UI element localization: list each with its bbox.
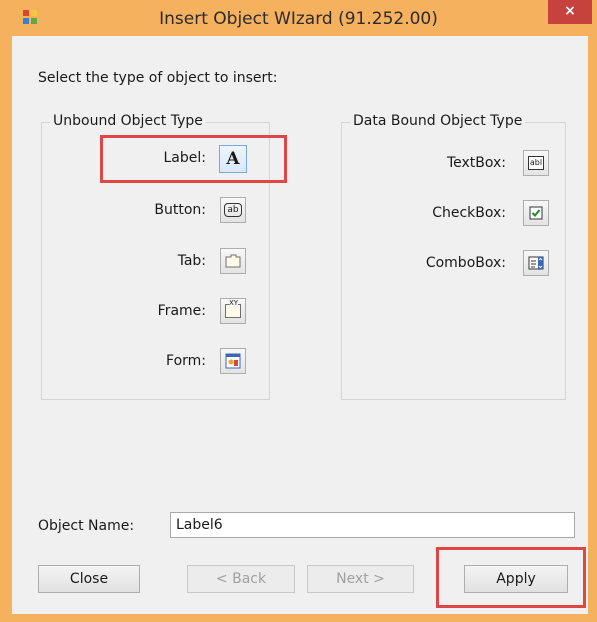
object-name-input[interactable]: Label6 [170, 512, 575, 538]
checkbox-icon [529, 206, 543, 220]
close-window-icon[interactable]: × [548, 0, 592, 24]
form-tool-button[interactable] [220, 348, 246, 374]
tab-icon [225, 254, 241, 268]
textbox-icon: abl [527, 156, 545, 170]
apply-button-highlight [436, 547, 586, 608]
prompt-label: Select the type of object to insert: [38, 70, 278, 86]
dialog-body: Select the type of object to insert: Unb… [12, 36, 588, 614]
label-selection-highlight [100, 135, 287, 183]
checkbox-row-label: CheckBox: [432, 205, 506, 221]
combobox-icon [528, 256, 544, 270]
close-button[interactable]: Close [38, 565, 140, 593]
form-icon [225, 353, 241, 369]
object-name-label: Object Name: [38, 518, 135, 534]
frame-icon: XY [225, 299, 241, 318]
unbound-group-legend: Unbound Object Type [50, 113, 206, 129]
frame-tool-button[interactable]: XY [220, 298, 246, 324]
tab-row-label: Tab: [177, 253, 206, 269]
textbox-tool-button[interactable]: abl [523, 150, 549, 176]
textbox-row-label: TextBox: [446, 155, 506, 171]
button-tool-button[interactable]: ab [220, 197, 246, 223]
next-button[interactable]: Next > [307, 565, 414, 593]
wizard-window: Insert Object WIzard (91.252.00) × Selec… [0, 0, 597, 622]
title-bar[interactable]: Insert Object WIzard (91.252.00) × [0, 0, 597, 36]
button-row-label: Button: [154, 202, 206, 218]
checkbox-tool-button[interactable] [523, 200, 549, 226]
form-row-label: Form: [166, 353, 206, 369]
button-icon: ab [224, 203, 242, 217]
tab-tool-button[interactable] [220, 248, 246, 274]
combobox-tool-button[interactable] [523, 250, 549, 276]
back-button[interactable]: < Back [187, 565, 295, 593]
bound-group-legend: Data Bound Object Type [350, 113, 526, 129]
window-title: Insert Object WIzard (91.252.00) [159, 9, 438, 29]
frame-icon-caption: XY [229, 299, 239, 308]
combobox-row-label: ComboBox: [425, 255, 506, 271]
frame-row-label: Frame: [157, 303, 206, 319]
